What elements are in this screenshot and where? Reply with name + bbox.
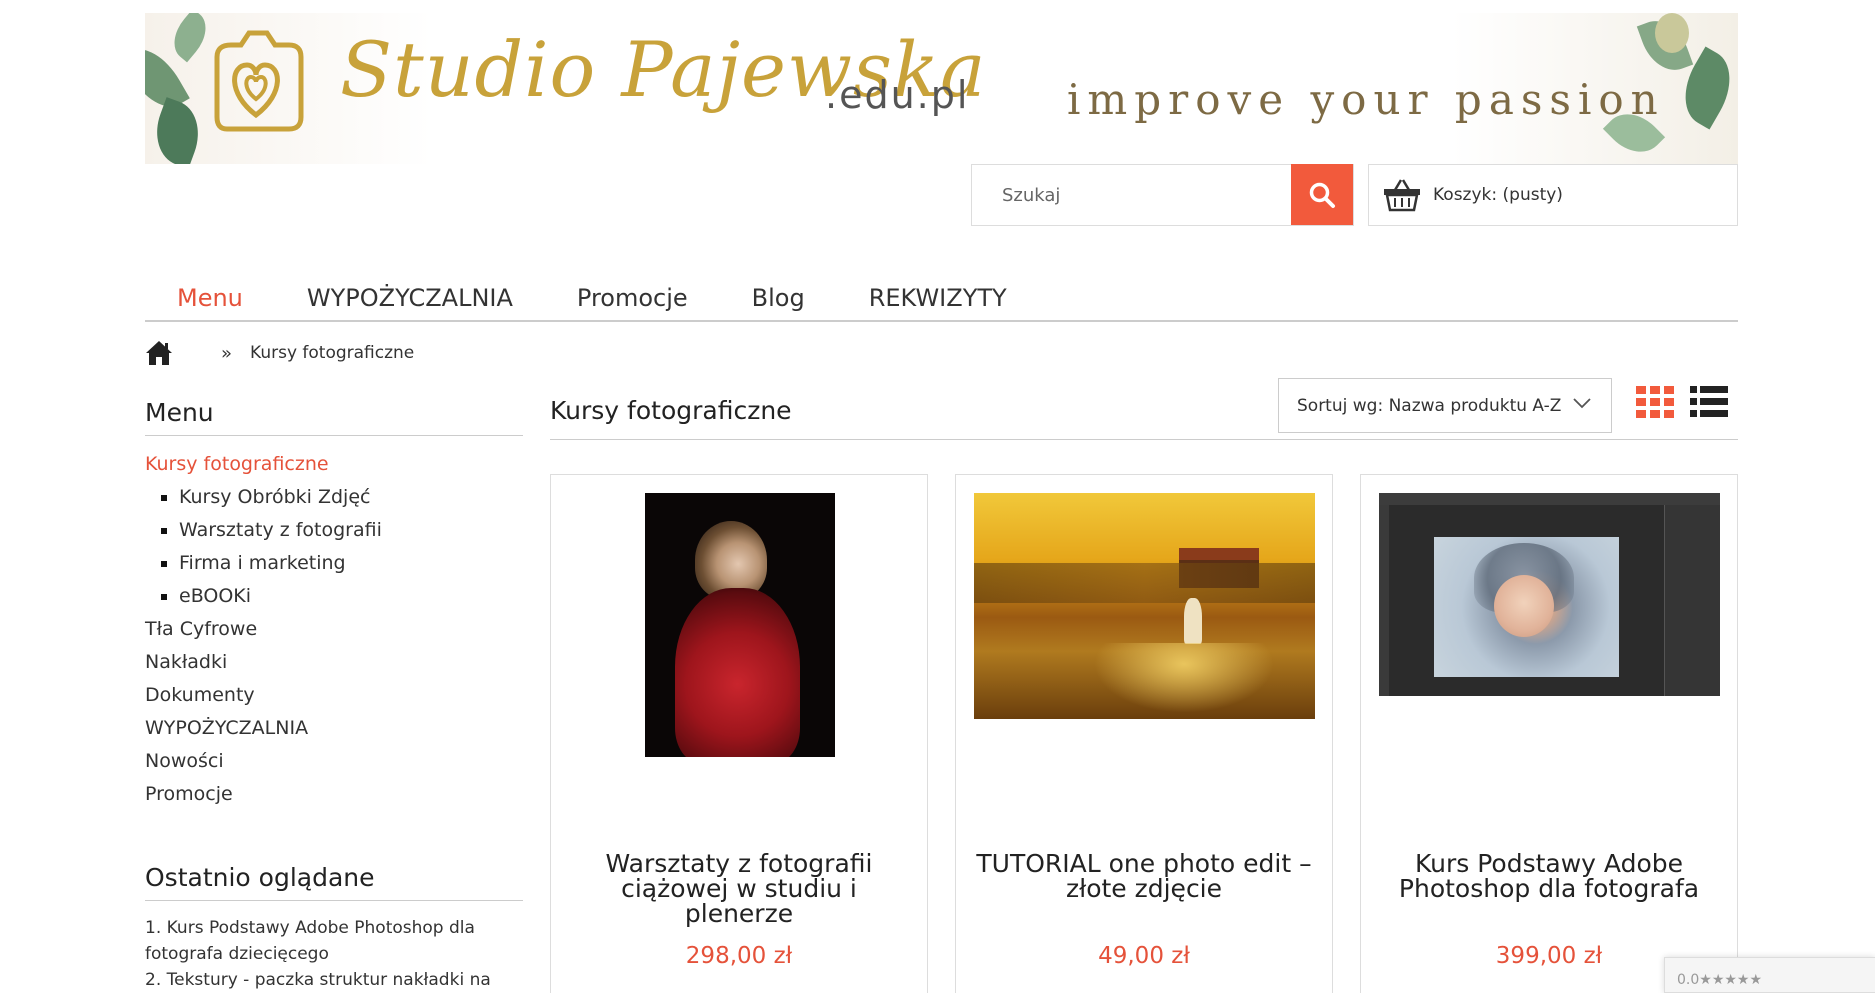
photoshop-toolbar (1379, 493, 1720, 505)
breadcrumb-current: Kursy fotograficzne (250, 343, 415, 363)
product-image[interactable] (1379, 493, 1720, 696)
tagline: improve your passion (1067, 75, 1665, 124)
header-banner[interactable]: Studio Pajewska .edu.pl improve your pas… (145, 13, 1738, 164)
main-content: Kursy fotograficzne Sortuj wg: Nazwa pro… (550, 378, 1738, 993)
product-grid: Warsztaty z fotografii ciążowej w studiu… (550, 474, 1738, 993)
tree-shape (974, 563, 1315, 603)
sidebar: Menu Kursy fotograficzne Kursy Obróbki Z… (145, 398, 523, 993)
nav-item-rekwizyty[interactable]: REKWIZYTY (869, 278, 1007, 320)
product-name[interactable]: TUTORIAL one photo edit – złote zdjęcie (976, 851, 1312, 901)
sidebar-menu: Kursy fotograficzne Kursy Obróbki Zdjęć … (145, 448, 523, 811)
sidebar-item-warsztaty[interactable]: Warsztaty z fotografii (145, 514, 523, 547)
breadcrumb: » Kursy fotograficzne (145, 340, 414, 366)
product-card[interactable]: Warsztaty z fotografii ciążowej w studiu… (550, 474, 928, 993)
cart-label: Koszyk: (pusty) (1433, 185, 1563, 205)
product-image[interactable] (974, 493, 1315, 719)
sidebar-item-kursy-fotograficzne[interactable]: Kursy fotograficzne (145, 448, 523, 481)
child-figure (1184, 598, 1202, 644)
breadcrumb-separator: » (221, 342, 233, 364)
nav-item-menu[interactable]: Menu (177, 278, 243, 320)
product-card[interactable]: TUTORIAL one photo edit – złote zdjęcie … (955, 474, 1333, 993)
nav-item-blog[interactable]: Blog (752, 278, 805, 320)
photoshop-tools-panel (1379, 505, 1389, 696)
nav-item-wypozyczalnia[interactable]: WYPOŻYCZALNIA (307, 278, 513, 320)
baby-face (1494, 575, 1554, 637)
red-dress-shape (675, 588, 800, 757)
search-icon (1309, 182, 1335, 208)
search-form (971, 164, 1354, 226)
chevron-down-icon (1573, 398, 1591, 409)
cart-button[interactable]: Koszyk: (pusty) (1368, 164, 1738, 226)
sidebar-item-nowosci[interactable]: Nowości (145, 745, 523, 778)
product-name[interactable]: Kurs Podstawy Adobe Photoshop dla fotogr… (1381, 851, 1717, 901)
sidebar-item-firma-marketing[interactable]: Firma i marketing (145, 547, 523, 580)
sidebar-item-wypozyczalnia[interactable]: WYPOŻYCZALNIA (145, 712, 523, 745)
sidebar-item-promocje[interactable]: Promocje (145, 778, 523, 811)
rating-widget[interactable]: 0.0★★★★★ (1664, 957, 1875, 993)
sidebar-item-dokumenty[interactable]: Dokumenty (145, 679, 523, 712)
product-card[interactable]: Kurs Podstawy Adobe Photoshop dla fotogr… (1360, 474, 1738, 993)
sort-select[interactable]: Sortuj wg: Nazwa produktu A-Z (1278, 378, 1612, 433)
recent-item[interactable]: 2. Tekstury - paczka struktur nakładki n… (145, 967, 523, 993)
product-price: 49,00 zł (1098, 943, 1190, 969)
product-name[interactable]: Warsztaty z fotografii ciążowej w studiu… (571, 851, 907, 926)
category-header: Kursy fotograficzne Sortuj wg: Nazwa pro… (550, 378, 1738, 440)
basket-icon (1384, 179, 1420, 212)
path-shape (1094, 643, 1274, 713)
grid-view-icon[interactable] (1636, 386, 1674, 418)
sidebar-item-nakladki[interactable]: Nakładki (145, 646, 523, 679)
recent-item[interactable]: 1. Kurs Podstawy Adobe Photoshop dla fot… (145, 915, 523, 967)
search-input[interactable] (972, 165, 1291, 225)
product-price: 298,00 zł (685, 943, 793, 969)
photoshop-layers-panel (1664, 505, 1720, 696)
sidebar-title: Menu (145, 398, 523, 436)
page-title: Kursy fotograficzne (550, 396, 792, 425)
list-view-icon[interactable] (1690, 386, 1728, 418)
sidebar-item-ebooki[interactable]: eBOOKi (145, 580, 523, 613)
pear-decoration (1655, 13, 1689, 53)
camera-heart-logo-icon (214, 30, 304, 132)
product-image[interactable] (645, 493, 835, 757)
recently-viewed: Ostatnio oglądane 1. Kurs Podstawy Adobe… (145, 863, 523, 993)
sidebar-item-tla-cyfrowe[interactable]: Tła Cyfrowe (145, 613, 523, 646)
sidebar-item-kursy-obrobki[interactable]: Kursy Obróbki Zdjęć (145, 481, 523, 514)
logo-domain: .edu.pl (825, 73, 970, 117)
home-icon[interactable] (145, 340, 173, 366)
search-button[interactable] (1291, 164, 1353, 225)
nav-item-promocje[interactable]: Promocje (577, 278, 688, 320)
recently-viewed-title: Ostatnio oglądane (145, 863, 523, 901)
top-navigation: Menu WYPOŻYCZALNIA Promocje Blog REKWIZY… (145, 278, 1738, 322)
recently-viewed-list: 1. Kurs Podstawy Adobe Photoshop dla fot… (145, 915, 523, 993)
sort-label: Sortuj wg: Nazwa produktu A-Z (1297, 395, 1562, 416)
